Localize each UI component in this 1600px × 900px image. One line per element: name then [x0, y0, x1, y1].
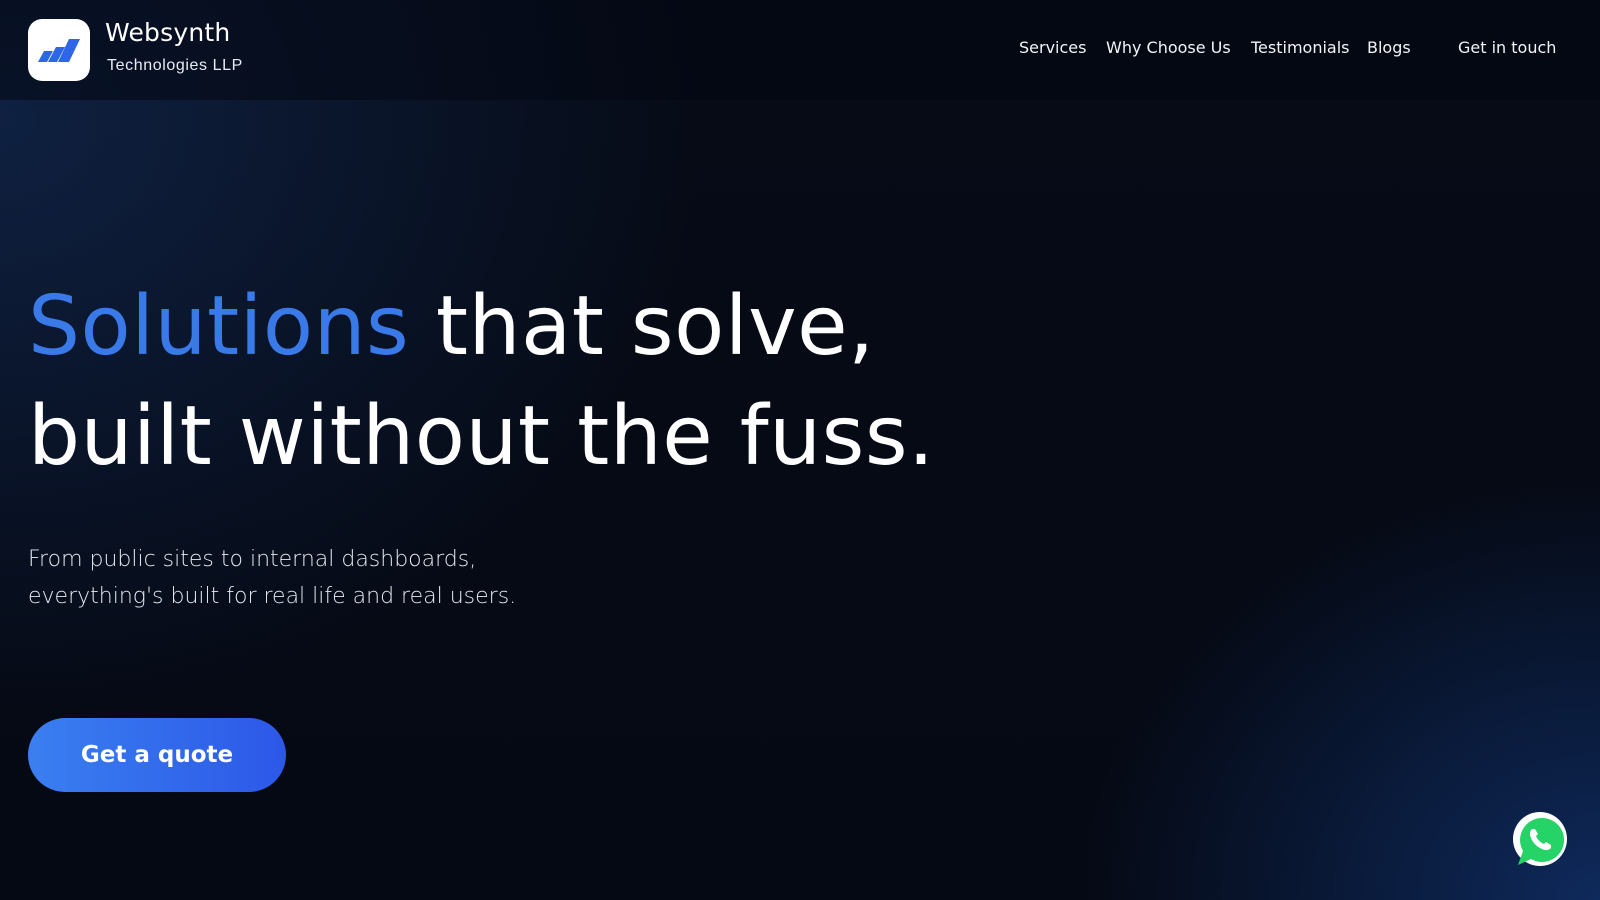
get-in-touch-link[interactable]: Get in touch [1458, 38, 1556, 57]
hero-headline-accent: Solutions [28, 279, 410, 374]
get-a-quote-button[interactable]: Get a quote [28, 718, 286, 792]
nav-link-why-choose-us[interactable]: Why Choose Us [1106, 38, 1231, 57]
whatsapp-icon [1513, 812, 1567, 866]
hero-headline-line2: built without the fuss. [28, 389, 935, 484]
nav-link-blogs[interactable]: Blogs [1367, 38, 1411, 57]
site-header: Websynth Technologies LLP Services Why C… [0, 0, 1600, 100]
hero-subtitle: From public sites to internal dashboards… [28, 541, 516, 615]
hero-subtitle-line2: everything's built for real life and rea… [28, 584, 517, 609]
main-nav: Services Why Choose Us Testimonials Blog… [0, 38, 1600, 62]
hero-headline: Solutions that solve, built without the … [28, 272, 935, 492]
hero-subtitle-line1: From public sites to internal dashboards… [28, 547, 477, 572]
hero-headline-line1-rest: that solve, [409, 279, 875, 374]
nav-link-services[interactable]: Services [1019, 38, 1086, 57]
nav-link-testimonials[interactable]: Testimonials [1251, 38, 1350, 57]
whatsapp-button[interactable] [1509, 809, 1571, 871]
